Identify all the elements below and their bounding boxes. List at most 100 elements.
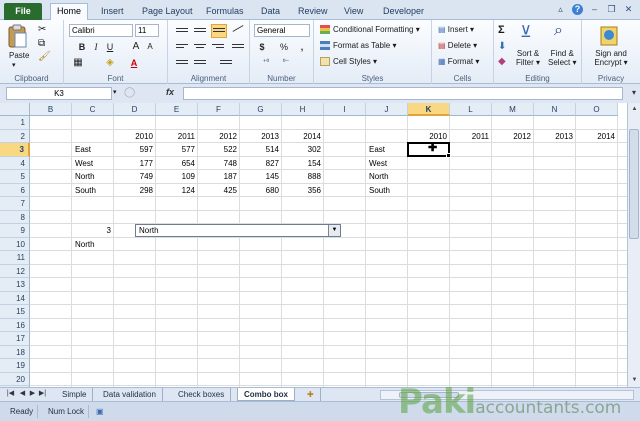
cell-value[interactable]: 425 bbox=[198, 184, 240, 197]
percent-button[interactable]: % bbox=[278, 41, 290, 53]
cell-value[interactable]: 654 bbox=[156, 157, 198, 170]
next-sheet-icon[interactable]: ▶ bbox=[28, 389, 37, 397]
row-header-5[interactable]: 5 bbox=[0, 170, 30, 184]
number-format-select[interactable]: General bbox=[254, 24, 310, 37]
column-header-o[interactable]: O bbox=[576, 103, 618, 116]
expand-formula-bar-icon[interactable]: ▾ bbox=[632, 88, 636, 97]
prev-sheet-icon[interactable]: ◀ bbox=[18, 389, 27, 397]
row-header-7[interactable]: 7 bbox=[0, 197, 30, 211]
sheet-tab-combo-box[interactable]: Combo box bbox=[237, 388, 295, 401]
cell-value[interactable]: 827 bbox=[240, 157, 282, 170]
combo-dropdown-icon[interactable]: ▼ bbox=[328, 225, 340, 236]
grow-font-button[interactable]: A bbox=[130, 41, 142, 53]
horizontal-scroll-thumb[interactable] bbox=[399, 392, 459, 398]
cell-year-header[interactable]: 2014 bbox=[282, 130, 324, 143]
cell-value[interactable]: 177 bbox=[114, 157, 156, 170]
row-header-19[interactable]: 19 bbox=[0, 359, 30, 373]
font-color-button[interactable]: A bbox=[128, 57, 140, 69]
shrink-font-button[interactable]: A bbox=[144, 41, 156, 53]
cell-value[interactable]: 154 bbox=[282, 157, 324, 170]
row-header-9[interactable]: 9 bbox=[0, 224, 30, 238]
row-header-8[interactable]: 8 bbox=[0, 210, 30, 224]
insert-function-button[interactable]: fx bbox=[166, 87, 174, 97]
cell-combo-result[interactable]: North bbox=[72, 238, 114, 251]
formula-cancel-icon[interactable]: ◯ bbox=[124, 87, 135, 98]
align-bottom-icon[interactable] bbox=[211, 24, 227, 38]
copy-icon[interactable]: ⧉ bbox=[38, 38, 45, 49]
last-sheet-icon[interactable]: ▶| bbox=[38, 389, 47, 397]
row-header-12[interactable]: 12 bbox=[0, 264, 30, 278]
cell-value[interactable]: 514 bbox=[240, 143, 282, 156]
close-window-icon[interactable]: ✕ bbox=[623, 4, 634, 15]
align-left-icon[interactable] bbox=[176, 42, 188, 52]
column-header-c[interactable]: C bbox=[72, 103, 114, 116]
row-header-4[interactable]: 4 bbox=[0, 156, 30, 170]
first-sheet-icon[interactable]: |◀ bbox=[6, 389, 15, 397]
sheet-tab-data-validation[interactable]: Data validation bbox=[97, 388, 163, 401]
cell-region-name[interactable]: West bbox=[72, 157, 114, 170]
cell-lookup-label[interactable]: South bbox=[366, 184, 408, 197]
cell-value[interactable]: 356 bbox=[282, 184, 324, 197]
restore-window-icon[interactable]: ❐ bbox=[606, 4, 617, 15]
column-header-h[interactable]: H bbox=[282, 103, 324, 116]
insert-sheet-icon[interactable]: ✚ bbox=[301, 388, 321, 401]
tab-view[interactable]: View bbox=[338, 4, 369, 20]
column-header-g[interactable]: G bbox=[240, 103, 282, 116]
cell-value[interactable]: 145 bbox=[240, 170, 282, 183]
row-header-20[interactable]: 20 bbox=[0, 372, 30, 386]
row-header-18[interactable]: 18 bbox=[0, 345, 30, 359]
format-cells-button[interactable]: ▦ Format ▾ bbox=[438, 57, 479, 66]
tab-insert[interactable]: Insert bbox=[95, 4, 130, 20]
conditional-formatting-button[interactable]: Conditional Formatting ▾ bbox=[320, 25, 420, 35]
increase-indent-icon[interactable] bbox=[194, 58, 206, 68]
column-header-f[interactable]: F bbox=[198, 103, 240, 116]
find-select-icon[interactable]: ⌕ bbox=[554, 22, 563, 40]
align-right-icon[interactable] bbox=[212, 42, 224, 52]
minimize-window-icon[interactable]: – bbox=[589, 4, 600, 15]
format-painter-icon[interactable]: 🖌 bbox=[38, 51, 51, 62]
cell-lookup-label[interactable]: East bbox=[366, 143, 408, 156]
row-header-15[interactable]: 15 bbox=[0, 305, 30, 319]
minimize-ribbon-icon[interactable]: ▵ bbox=[555, 4, 566, 15]
column-header-b[interactable]: B bbox=[30, 103, 72, 116]
align-center-icon[interactable] bbox=[194, 42, 206, 52]
select-all-corner[interactable] bbox=[0, 103, 30, 116]
worksheet-grid[interactable]: B C D E F G H I J K L M N O 1 2 3 4 5 6 7 8 9 10 11 12 13 14 15 16 17 1… bbox=[0, 103, 627, 387]
decrease-decimal-icon[interactable]: ⁰⁻ bbox=[280, 57, 292, 69]
cell-value[interactable]: 577 bbox=[156, 143, 198, 156]
tab-review[interactable]: Review bbox=[292, 4, 334, 20]
orientation-icon[interactable] bbox=[232, 25, 244, 36]
row-header-2[interactable]: 2 bbox=[0, 129, 30, 143]
cell-value[interactable]: 748 bbox=[198, 157, 240, 170]
borders-icon[interactable]: ▦ bbox=[72, 57, 84, 69]
decrease-indent-icon[interactable] bbox=[176, 58, 188, 68]
cell-region-name[interactable]: North bbox=[72, 170, 114, 183]
scroll-up-icon[interactable]: ▲ bbox=[629, 104, 640, 115]
cut-icon[interactable]: ✂ bbox=[38, 24, 46, 35]
font-size-select[interactable]: 11 bbox=[135, 24, 159, 37]
fill-icon[interactable]: ⬇ bbox=[498, 41, 506, 52]
cell-value[interactable]: 302 bbox=[282, 143, 324, 156]
cell-lookup-label[interactable]: North bbox=[366, 170, 408, 183]
name-box[interactable]: K3 bbox=[6, 87, 112, 100]
find-select-button[interactable]: Find & Select ▾ bbox=[548, 49, 576, 67]
row-header-17[interactable]: 17 bbox=[0, 332, 30, 346]
row-header-10[interactable]: 10 bbox=[0, 237, 30, 251]
help-icon[interactable]: ? bbox=[572, 4, 583, 15]
cell-lookup-year[interactable]: 2014 bbox=[576, 130, 618, 143]
cell-year-header[interactable]: 2012 bbox=[198, 130, 240, 143]
tab-page-layout[interactable]: Page Layout bbox=[136, 4, 199, 20]
autosum-button[interactable]: Σ bbox=[498, 24, 505, 36]
fill-color-icon[interactable]: ◈ bbox=[104, 57, 116, 69]
tab-data[interactable]: Data bbox=[255, 4, 286, 20]
cell-combo-link-index[interactable]: 3 bbox=[72, 224, 114, 237]
format-as-table-button[interactable]: Format as Table ▾ bbox=[320, 41, 396, 51]
comma-button[interactable]: , bbox=[296, 41, 308, 53]
paste-dropdown-icon[interactable]: ▾ bbox=[12, 61, 16, 69]
vertical-scroll-thumb[interactable] bbox=[629, 129, 639, 239]
currency-button[interactable]: $ bbox=[256, 41, 268, 53]
tab-home[interactable]: Home bbox=[50, 3, 89, 21]
merge-center-icon[interactable] bbox=[220, 58, 232, 68]
cell-value[interactable]: 522 bbox=[198, 143, 240, 156]
column-header-j[interactable]: J bbox=[366, 103, 408, 116]
